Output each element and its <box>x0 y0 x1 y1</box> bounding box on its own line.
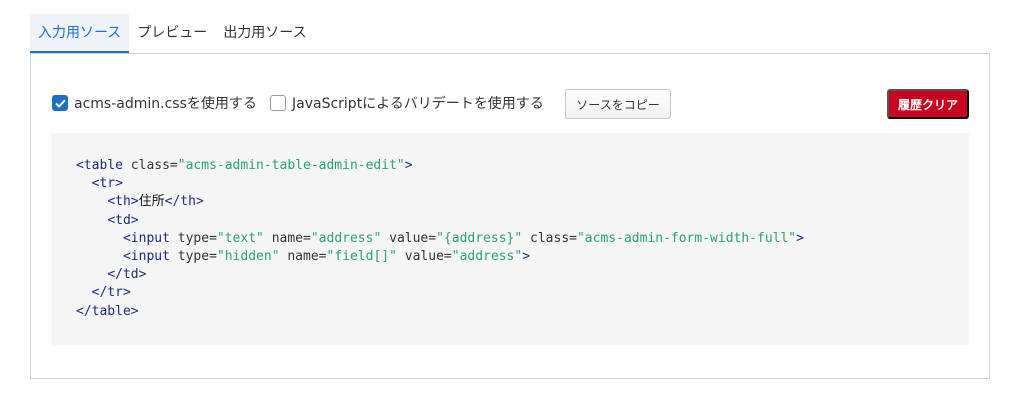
checkbox-unchecked-icon[interactable] <box>270 95 286 111</box>
use-admin-css-checkbox[interactable]: acms-admin.cssを使用する <box>52 93 257 113</box>
code-line: <input type="text" name="address" value=… <box>76 230 969 248</box>
check-mark-icon <box>54 99 66 108</box>
code-token: "address" <box>451 248 523 264</box>
code-token: > <box>522 248 531 264</box>
code-token: <td> <box>107 212 139 228</box>
source-toolbar: acms-admin.cssを使用する JavaScriptによるバリデートを使… <box>52 89 969 119</box>
code-token: 住所 <box>138 194 165 210</box>
code-token: name= <box>279 248 327 264</box>
code-token: <tr> <box>91 176 123 192</box>
code-token: </tr> <box>91 285 131 301</box>
code-token: "hidden" <box>216 248 280 264</box>
code-token: "field[]" <box>326 248 397 264</box>
code-block: <table class="acms-admin-table-admin-edi… <box>51 133 969 345</box>
code-token: </td> <box>107 267 147 283</box>
code-token: </table> <box>76 303 139 319</box>
code-token: <table <box>76 158 131 173</box>
code-line: </table> <box>76 303 969 321</box>
code-token: > <box>404 158 413 173</box>
code-line: <tr> <box>76 175 969 193</box>
source-tabs: 入力用ソース プレビュー 出力用ソース <box>30 14 315 53</box>
code-token: value= <box>396 248 452 264</box>
code-token: class= <box>522 230 577 246</box>
code-line: </td> <box>76 266 969 284</box>
source-panel: acms-admin.cssを使用する JavaScriptによるバリデートを使… <box>30 53 990 379</box>
checkbox-checked-icon[interactable] <box>52 95 68 111</box>
code-token: > <box>796 230 804 246</box>
use-js-validate-label: JavaScriptによるバリデートを使用する <box>292 96 544 112</box>
copy-source-button[interactable]: ソースをコピー <box>565 89 671 119</box>
use-admin-css-label: acms-admin.cssを使用する <box>74 96 257 112</box>
tab-output-source[interactable]: 出力用ソース <box>215 14 314 53</box>
tab-input-source[interactable]: 入力用ソース <box>30 14 130 53</box>
code-token: "{address}" <box>436 230 523 246</box>
code-token: <th> <box>107 194 139 210</box>
code-token: type= <box>177 230 217 246</box>
code-line: <th>住所</th> <box>76 193 969 211</box>
code-token: class= <box>130 158 178 173</box>
code-token: "acms-admin-form-width-full" <box>576 230 797 246</box>
code-token: type= <box>177 248 217 264</box>
clear-history-button[interactable]: 履歴クリア <box>887 89 969 119</box>
code-token: name= <box>263 230 311 246</box>
code-token: "acms-admin-table-admin-edit" <box>177 158 405 173</box>
code-token: </th> <box>164 194 204 210</box>
code-line: <table class="acms-admin-table-admin-edi… <box>76 157 969 175</box>
code-token: "text" <box>216 230 264 246</box>
use-js-validate-checkbox[interactable]: JavaScriptによるバリデートを使用する <box>270 93 544 113</box>
code-token: <input <box>122 230 178 246</box>
code-token: <input <box>122 248 178 264</box>
code-token: "address" <box>310 230 382 246</box>
tab-preview[interactable]: プレビュー <box>129 14 215 53</box>
code-line: <td> <box>76 212 969 230</box>
code-line: </tr> <box>76 284 969 302</box>
code-line: <input type="hidden" name="field[]" valu… <box>76 248 969 266</box>
code-token: value= <box>381 230 437 246</box>
